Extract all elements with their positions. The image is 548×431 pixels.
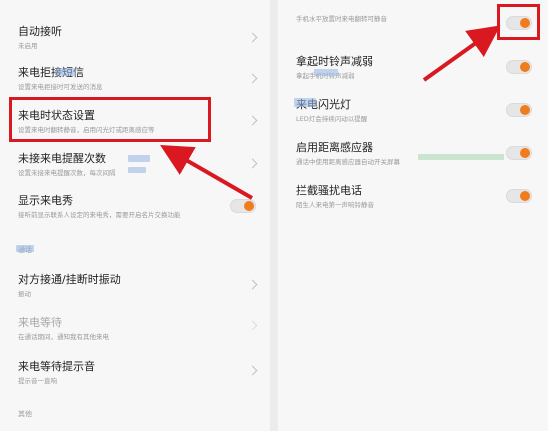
blur-mark (128, 155, 150, 162)
blur-mark (418, 154, 504, 160)
toggle-knob (244, 201, 254, 211)
left-settings-screen: 自动接听 未启用 来电拒接短信 设置来电拒接时可发送的消息 来电时状态设置 设置… (0, 0, 270, 431)
reject-sms-item[interactable]: 来电拒接短信 设置来电拒接时可发送的消息 (0, 65, 270, 92)
auto-answer-item[interactable]: 自动接听 未启用 (0, 24, 270, 51)
call-waiting-tone-item[interactable]: 来电等待提示音 提示音一直响 (0, 359, 270, 386)
blur-mark (128, 167, 146, 173)
caller-show-toggle[interactable] (230, 199, 256, 213)
pickup-reduce-toggle[interactable] (506, 60, 532, 74)
blur-mark (314, 69, 338, 76)
proximity-sensor-toggle[interactable] (506, 146, 532, 160)
blur-mark (294, 98, 316, 107)
blur-mark (16, 245, 34, 252)
highlight-box-incall-settings (9, 97, 211, 142)
toggle-knob (520, 148, 530, 158)
toggle-knob (520, 62, 530, 72)
highlight-box-toggle (497, 4, 540, 40)
proximity-sensor-item[interactable]: 启用距离感应器 通话中使用距离感应器自动开关屏幕 (278, 140, 548, 167)
section-label-other: 其他 (18, 410, 32, 418)
block-spam-toggle[interactable] (506, 189, 532, 203)
vibrate-on-connect-item[interactable]: 对方接通/挂断时振动 振动 (0, 272, 270, 299)
toggle-knob (520, 105, 530, 115)
flash-alert-item[interactable]: 来电闪光灯 LED灯会持续闪动以提醒 (278, 97, 548, 124)
blur-mark (56, 68, 76, 76)
pickup-reduce-item[interactable]: 拿起时铃声减弱 拿起手机时铃声减弱 (278, 54, 548, 81)
block-spam-item[interactable]: 拦截骚扰电话 陌生人来电第一声响铃静音 (278, 183, 548, 210)
right-settings-screen: 手机水平放置时来电翻转可静音 拿起时铃声减弱 拿起手机时铃声减弱 来电闪光灯 L… (278, 0, 548, 431)
call-waiting-item[interactable]: 来电等待 在通话期间，通知我有其他来电 (0, 315, 270, 342)
caller-show-item[interactable]: 显示来电秀 接听前显示联系人设定的来电秀，需要开启名片交换功能 (0, 193, 270, 220)
flash-alert-toggle[interactable] (506, 103, 532, 117)
toggle-knob (520, 191, 530, 201)
